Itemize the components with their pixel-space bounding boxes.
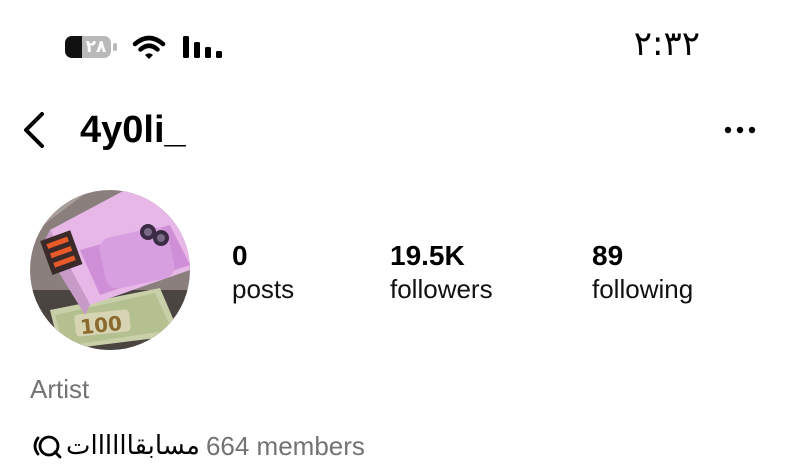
avatar-image: 100 — [30, 190, 190, 350]
more-horizontal-icon — [724, 126, 756, 134]
battery-level: ۲۸ — [85, 37, 107, 57]
followers-count: 19.5K — [390, 240, 465, 271]
profile-avatar[interactable]: 100 — [30, 190, 190, 350]
followers-label: followers — [390, 274, 493, 304]
posts-count: 0 — [232, 240, 248, 271]
profile-username: 4y0li_ — [80, 109, 186, 151]
stat-followers[interactable]: 19.5K followers — [390, 240, 493, 306]
status-time: ۲:۳۲ — [633, 24, 700, 64]
back-button[interactable] — [20, 110, 52, 150]
broadcast-channel-icon — [33, 435, 62, 459]
signal-icon — [182, 34, 224, 60]
posts-label: posts — [232, 274, 295, 304]
channel-name: مسابقاااااات — [66, 431, 200, 461]
broadcast-channel-link[interactable]: مسابقاااااات 664 members — [30, 429, 365, 463]
battery-icon: ۲۸ — [64, 34, 119, 60]
wifi-icon — [132, 33, 166, 61]
svg-text:100: 100 — [79, 311, 123, 339]
stat-posts[interactable]: 0 posts — [232, 240, 294, 306]
profile-category: Artist — [30, 374, 90, 404]
more-options-button[interactable] — [718, 115, 762, 145]
channel-members: 664 members — [205, 430, 365, 461]
status-bar: ۲۸ ۲:۳۲ — [0, 0, 800, 90]
following-label: following — [592, 274, 694, 304]
stat-following[interactable]: 89 following — [592, 240, 693, 306]
following-count: 89 — [592, 240, 624, 271]
chevron-left-icon — [24, 112, 44, 148]
